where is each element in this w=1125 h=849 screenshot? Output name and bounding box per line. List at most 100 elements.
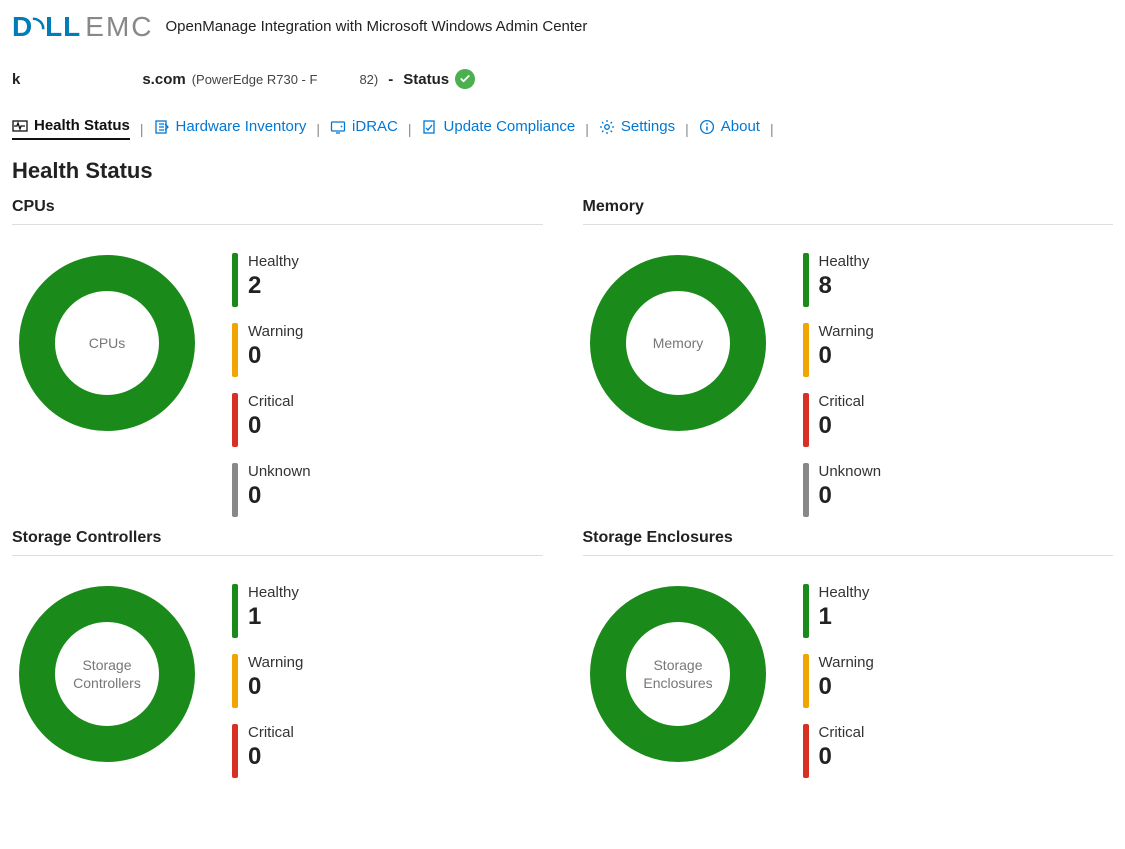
stat-value: 0 bbox=[248, 342, 303, 370]
host-name-right: s.com bbox=[142, 71, 185, 88]
stat-row: Warning 0 bbox=[803, 654, 874, 708]
stat-row: Healthy 2 bbox=[232, 253, 311, 307]
tab-label: Settings bbox=[621, 118, 675, 135]
stat-label: Warning bbox=[819, 323, 874, 340]
host-subtitle-left: (PowerEdge R730 - F bbox=[192, 72, 318, 87]
host-dash: - bbox=[388, 71, 393, 88]
status-ok-icon bbox=[455, 69, 475, 89]
card-title: Memory bbox=[583, 198, 1114, 225]
donut-chart: Storage Controllers bbox=[12, 584, 202, 767]
compliance-icon bbox=[422, 119, 438, 135]
stat-value: 2 bbox=[248, 272, 299, 300]
stat-label: Critical bbox=[819, 393, 865, 410]
health-card: Storage Controllers Storage Controllers … bbox=[12, 529, 543, 778]
svg-text:CPUs: CPUs bbox=[89, 335, 126, 351]
tab-label: Health Status bbox=[34, 117, 130, 134]
app-header: D◝LL EMC OpenManage Integration with Mic… bbox=[12, 10, 1113, 43]
page-title: Health Status bbox=[12, 158, 1113, 184]
health-status-icon bbox=[12, 118, 28, 134]
stat-list: Healthy 2 Warning 0 Critical 0 Unknown 0 bbox=[232, 253, 311, 517]
svg-text:Storage: Storage bbox=[653, 657, 702, 673]
stat-label: Critical bbox=[248, 724, 294, 741]
tab-about[interactable]: About bbox=[699, 118, 760, 139]
stat-bar bbox=[232, 393, 238, 447]
svg-text:Memory: Memory bbox=[652, 335, 703, 351]
stat-label: Warning bbox=[248, 323, 303, 340]
stat-value: 0 bbox=[819, 342, 874, 370]
stat-row: Healthy 1 bbox=[803, 584, 874, 638]
stat-bar bbox=[803, 724, 809, 778]
stat-bar bbox=[232, 463, 238, 517]
stat-value: 1 bbox=[819, 603, 870, 631]
stat-value: 0 bbox=[819, 743, 865, 771]
stat-row: Healthy 1 bbox=[232, 584, 303, 638]
host-status-label: Status bbox=[403, 71, 449, 88]
stat-label: Warning bbox=[819, 654, 874, 671]
health-card: Storage Enclosures Storage Enclosures He… bbox=[583, 529, 1114, 778]
health-card: Memory Memory Healthy 8 Warning 0 Critic… bbox=[583, 198, 1114, 517]
tab-hardware-inventory[interactable]: Hardware Inventory bbox=[154, 118, 307, 139]
stat-bar bbox=[232, 724, 238, 778]
stat-row: Warning 0 bbox=[232, 323, 311, 377]
tab-separator: | bbox=[140, 121, 144, 137]
stat-list: Healthy 1 Warning 0 Critical 0 bbox=[232, 584, 303, 778]
tab-health-status[interactable]: Health Status bbox=[12, 117, 130, 140]
host-status-line: k s.com (PowerEdge R730 - F 82) - Status bbox=[12, 69, 1113, 89]
stat-row: Warning 0 bbox=[232, 654, 303, 708]
tab-idrac[interactable]: iDRAC bbox=[330, 118, 398, 139]
gear-icon bbox=[599, 119, 615, 135]
stat-value: 8 bbox=[819, 272, 870, 300]
tab-separator: | bbox=[685, 121, 689, 137]
tab-separator: | bbox=[770, 121, 774, 137]
stat-row: Critical 0 bbox=[803, 393, 882, 447]
stat-value: 0 bbox=[819, 482, 882, 510]
idrac-icon bbox=[330, 119, 346, 135]
stat-value: 0 bbox=[248, 673, 303, 701]
stat-bar bbox=[803, 463, 809, 517]
host-name-left: k bbox=[12, 71, 20, 88]
tab-bar: Health Status | Hardware Inventory | iDR… bbox=[12, 117, 1113, 140]
stat-bar bbox=[232, 584, 238, 638]
stat-value: 0 bbox=[819, 412, 865, 440]
card-title: Storage Enclosures bbox=[583, 529, 1114, 556]
stat-label: Warning bbox=[248, 654, 303, 671]
stat-label: Critical bbox=[248, 393, 294, 410]
tab-settings[interactable]: Settings bbox=[599, 118, 675, 139]
stat-value: 0 bbox=[248, 743, 294, 771]
svg-text:Enclosures: Enclosures bbox=[643, 675, 712, 691]
app-title: OpenManage Integration with Microsoft Wi… bbox=[166, 18, 588, 35]
stat-row: Critical 0 bbox=[232, 393, 311, 447]
stat-list: Healthy 8 Warning 0 Critical 0 Unknown 0 bbox=[803, 253, 882, 517]
stat-bar bbox=[803, 584, 809, 638]
donut-chart: Memory bbox=[583, 253, 773, 436]
tab-label: About bbox=[721, 118, 760, 135]
host-subtitle-right: 82) bbox=[359, 72, 378, 87]
stat-bar bbox=[232, 654, 238, 708]
health-card: CPUs CPUs Healthy 2 Warning 0 Critical 0… bbox=[12, 198, 543, 517]
svg-text:Controllers: Controllers bbox=[73, 675, 141, 691]
donut-chart: Storage Enclosures bbox=[583, 584, 773, 767]
stat-label: Healthy bbox=[819, 584, 870, 601]
stat-value: 0 bbox=[248, 412, 294, 440]
stat-bar bbox=[232, 253, 238, 307]
stat-bar bbox=[803, 654, 809, 708]
stat-label: Healthy bbox=[248, 584, 299, 601]
inventory-icon bbox=[154, 119, 170, 135]
donut-chart: CPUs bbox=[12, 253, 202, 436]
tab-separator: | bbox=[316, 121, 320, 137]
stat-label: Unknown bbox=[248, 463, 311, 480]
stat-row: Critical 0 bbox=[803, 724, 874, 778]
stat-bar bbox=[803, 323, 809, 377]
tab-label: iDRAC bbox=[352, 118, 398, 135]
stat-label: Critical bbox=[819, 724, 865, 741]
stat-bar bbox=[803, 253, 809, 307]
stat-row: Warning 0 bbox=[803, 323, 882, 377]
stat-row: Unknown 0 bbox=[232, 463, 311, 517]
stat-value: 1 bbox=[248, 603, 299, 631]
stat-list: Healthy 1 Warning 0 Critical 0 bbox=[803, 584, 874, 778]
tab-label: Hardware Inventory bbox=[176, 118, 307, 135]
stat-label: Healthy bbox=[248, 253, 299, 270]
tab-separator: | bbox=[585, 121, 589, 137]
tab-update-compliance[interactable]: Update Compliance bbox=[422, 118, 576, 139]
card-title: CPUs bbox=[12, 198, 543, 225]
